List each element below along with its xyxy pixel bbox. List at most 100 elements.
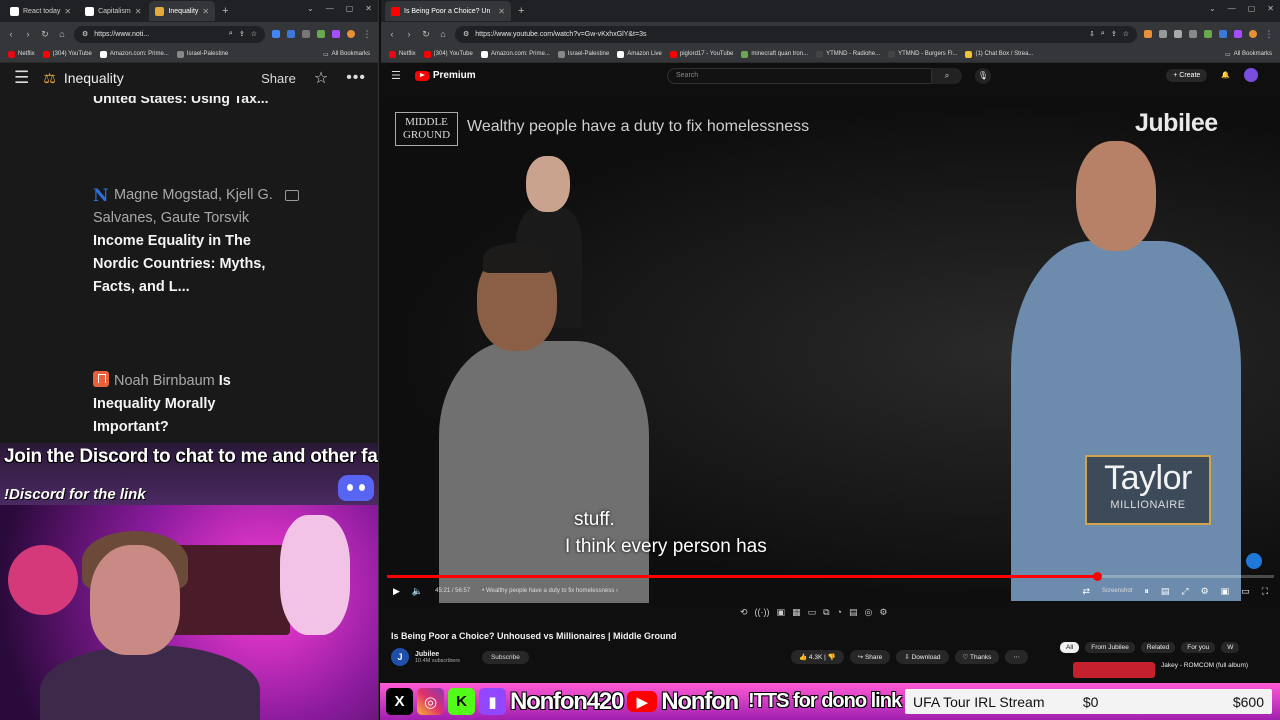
bookmark-ytmnd-burgers[interactable]: YTMND - Burgers Fl... <box>888 50 957 58</box>
zoom-icon[interactable]: ⌕ <box>229 30 233 38</box>
loop-icon[interactable]: ⟲ <box>740 607 748 618</box>
thanks-button[interactable]: ♡ Thanks <box>954 650 1000 664</box>
cinema-icon[interactable]: ▤ <box>849 607 858 618</box>
chip-from-jubilee[interactable]: From Jubilee <box>1085 642 1135 653</box>
share-icon[interactable]: ⇪ <box>239 30 245 38</box>
more-actions-icon[interactable]: ⋯ <box>1005 650 1028 664</box>
new-tab-button[interactable]: + <box>513 5 529 17</box>
extension-icon[interactable] <box>1204 30 1212 38</box>
avatar[interactable] <box>1244 68 1258 82</box>
site-info-icon[interactable]: ⚙ <box>82 30 88 38</box>
chip-more[interactable]: W <box>1221 642 1240 653</box>
bookmark-amazon[interactable]: Amazon.com: Prime... <box>99 50 169 58</box>
bookmark-israel-palestine[interactable]: Israel-Palestine <box>557 50 609 58</box>
extension-icon[interactable] <box>272 30 280 38</box>
chip-related[interactable]: Related <box>1140 642 1176 653</box>
clip-icon[interactable]: ▦ <box>792 607 801 618</box>
chapter-title[interactable]: • Wealthy people have a duty to fix home… <box>482 588 618 594</box>
volume-icon[interactable]: 🔈 <box>412 586 423 597</box>
hamburger-menu-icon[interactable]: ☰ <box>391 69 401 82</box>
chip-all[interactable]: All <box>1060 642 1080 653</box>
bookmark-icon[interactable]: ☆ <box>1123 30 1129 38</box>
extension-icon[interactable] <box>317 30 325 38</box>
menu-icon[interactable]: ⋮ <box>1264 29 1274 40</box>
home-icon[interactable]: ⌂ <box>438 29 448 39</box>
play-icon[interactable]: ▶ <box>393 586 400 597</box>
extension-icon[interactable] <box>287 30 295 38</box>
more-options-icon[interactable]: ••• <box>346 69 366 87</box>
reload-icon[interactable]: ↻ <box>40 29 50 40</box>
scrubber-handle[interactable] <box>1092 572 1102 581</box>
bookmark-netflix[interactable]: Netflix <box>389 50 416 58</box>
all-bookmarks[interactable]: ▭ All Bookmarks <box>323 51 370 58</box>
hamburger-menu-icon[interactable]: ☰ <box>14 68 29 88</box>
bookmark-israel-palestine[interactable]: Israel-Palestine <box>176 50 228 58</box>
all-bookmarks[interactable]: ▭ All Bookmarks <box>1225 51 1272 58</box>
site-info-icon[interactable]: ⚙ <box>463 30 469 38</box>
forward-icon[interactable]: › <box>23 29 33 39</box>
maximize-icon[interactable]: ▢ <box>1248 4 1256 13</box>
microphone-icon[interactable]: 🎙 <box>975 68 991 84</box>
expand-icon[interactable]: ⤢ <box>1181 586 1188 597</box>
share-icon[interactable]: ⇪ <box>1111 30 1117 38</box>
subscribe-button[interactable]: Subscribe <box>481 650 529 664</box>
new-tab-button[interactable]: + <box>217 5 233 17</box>
search-icon[interactable]: ⌕ <box>932 68 962 84</box>
popout-icon[interactable]: ⧉ <box>823 607 829 618</box>
favorite-star-icon[interactable]: ☆ <box>314 68 328 88</box>
settings-gear-icon[interactable]: ⚙ <box>1201 586 1209 597</box>
list-item[interactable]: Noah Birnbaum Is Inequality Morally Impo… <box>93 370 273 439</box>
forward-icon[interactable]: › <box>404 29 414 39</box>
maximize-icon[interactable]: ▢ <box>346 4 354 13</box>
search-input[interactable]: Search <box>667 68 932 84</box>
tab-inequality[interactable]: Inequality ✕ <box>149 1 216 21</box>
share-button[interactable]: Share <box>261 71 296 86</box>
extension-icon[interactable] <box>1174 30 1182 38</box>
bookmark-amazon-live[interactable]: Amazon Live <box>617 50 662 58</box>
extension-icon[interactable] <box>1159 30 1167 38</box>
bookmark-netflix[interactable]: Netflix <box>8 50 35 58</box>
miniplayer-icon[interactable]: ▣ <box>1221 586 1230 597</box>
bookmark-minecraft[interactable]: minecraft quan tron... <box>741 50 808 58</box>
bookmark-amazon[interactable]: Amazon.com: Prime... <box>480 50 550 58</box>
chip-for-you[interactable]: For you <box>1181 642 1216 653</box>
create-button[interactable]: + Create <box>1166 68 1208 82</box>
bookmark-ytmnd-radiohead[interactable]: YTMND - Radiohe... <box>816 50 880 58</box>
bookmark-chat-box[interactable]: (1) Chat Box / Strea... <box>965 50 1033 58</box>
address-bar[interactable]: ⚙ https://www.youtube.com/watch?v=Gw-vKx… <box>455 25 1137 43</box>
screenshot-button[interactable]: Screenshot <box>1102 588 1132 594</box>
back-icon[interactable]: ‹ <box>387 29 397 39</box>
speed-icon[interactable]: ◔ <box>837 607 842 618</box>
home-icon[interactable]: ⌂ <box>57 29 67 39</box>
extension-icon[interactable] <box>1144 30 1152 38</box>
screenshot-icon[interactable]: ▣ <box>777 607 786 618</box>
tab-search-icon[interactable]: ⌄ <box>1209 4 1216 13</box>
recommended-video[interactable]: Jakey - ROMCOM (full album) <box>1073 662 1248 678</box>
youtube-premium-logo[interactable]: Premium <box>414 70 476 81</box>
zoom-icon[interactable]: ⌕ <box>1101 30 1105 38</box>
profile-avatar[interactable] <box>1249 30 1257 38</box>
extension-icon[interactable] <box>1234 30 1242 38</box>
menu-icon[interactable]: ⋮ <box>362 29 372 40</box>
fullscreen-icon[interactable]: ⛶ <box>1262 586 1268 597</box>
assistant-badge-icon[interactable] <box>1246 553 1262 569</box>
close-icon[interactable]: ✕ <box>135 7 142 16</box>
minimize-icon[interactable]: — <box>1228 4 1236 13</box>
install-icon[interactable]: ⇩ <box>1089 30 1095 38</box>
camera-icon[interactable]: ◎ <box>864 607 872 618</box>
bookmark-piglord17[interactable]: piglord17 - YouTube <box>669 50 733 58</box>
tab-search-icon[interactable]: ⌄ <box>307 4 314 13</box>
audio-icon[interactable]: ((·)) <box>755 607 770 618</box>
tab-react-today[interactable]: React today ✕ <box>4 1 77 21</box>
tab-youtube-video[interactable]: Is Being Poor a Choice? Un ✕ <box>385 1 511 21</box>
close-icon[interactable]: ✕ <box>64 7 71 16</box>
share-button[interactable]: ↪ Share <box>849 650 891 664</box>
close-icon[interactable]: ✕ <box>202 7 209 16</box>
notifications-bell-icon[interactable]: 🔔 <box>1221 71 1230 79</box>
like-button[interactable]: 👍 4.3K | 👎 <box>791 650 844 664</box>
channel-avatar[interactable]: J <box>391 648 409 666</box>
window-icon[interactable]: ▭ <box>808 607 817 618</box>
minimize-icon[interactable]: — <box>326 4 334 13</box>
address-bar[interactable]: ⚙ https://www.noti... ⌕ ⇪ ☆ <box>74 25 265 43</box>
extension-icon[interactable] <box>332 30 340 38</box>
